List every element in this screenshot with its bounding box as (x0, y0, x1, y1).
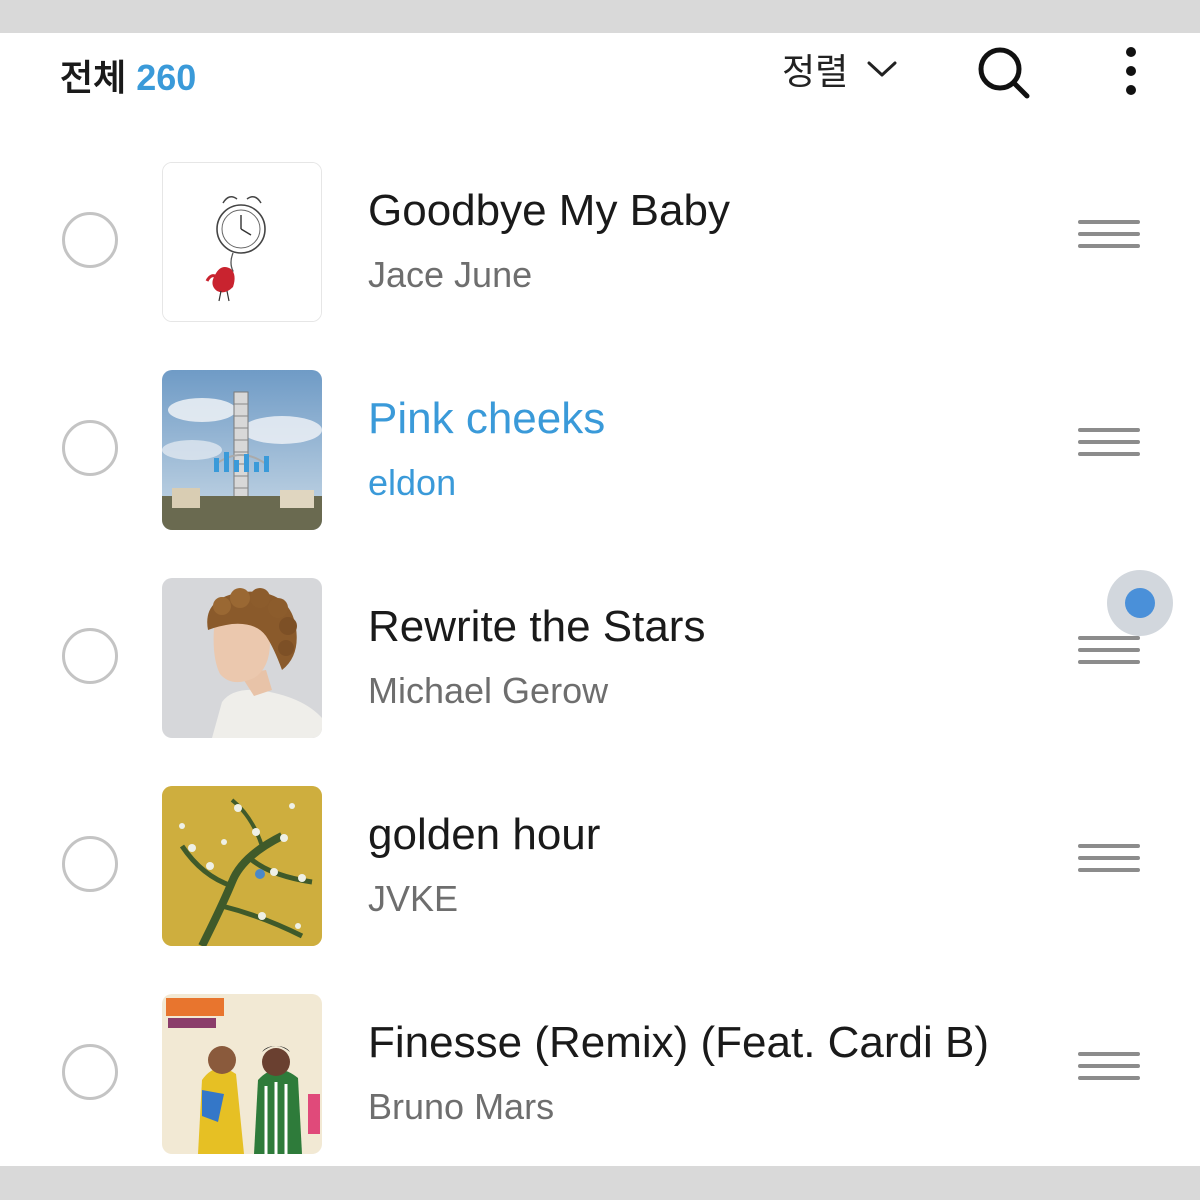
song-artist: eldon (368, 462, 457, 503)
select-radio[interactable] (62, 420, 118, 476)
song-row[interactable]: Pink cheeks eldon (0, 370, 1200, 530)
select-radio[interactable] (62, 1044, 118, 1100)
song-row[interactable]: Rewrite the Stars Michael Gerow (0, 578, 1200, 738)
drag-handle[interactable] (1078, 428, 1142, 468)
bottom-bar-strip (0, 1166, 1200, 1200)
song-row[interactable]: Goodbye My Baby Jace June (0, 162, 1200, 322)
song-title: Pink cheeks (368, 394, 606, 443)
search-icon (978, 47, 1030, 99)
song-row[interactable]: golden hour JVKE (0, 786, 1200, 946)
song-row[interactable]: Finesse (Remix) (Feat. Cardi B) Bruno Ma… (0, 994, 1200, 1154)
song-title: golden hour (368, 810, 601, 859)
finesse-art (162, 994, 322, 1154)
search-button[interactable] (974, 43, 1034, 103)
ferris-wheel-art (162, 370, 322, 530)
list-header: 전체 260 정렬 (0, 33, 1200, 113)
chevron-down-icon (867, 61, 897, 77)
song-title: Finesse (Remix) (Feat. Cardi B) (368, 1018, 990, 1067)
more-vertical-icon (1126, 47, 1136, 95)
drag-handle[interactable] (1078, 1052, 1142, 1092)
scroll-thumb-dot (1125, 588, 1155, 618)
song-artist: Michael Gerow (368, 670, 609, 711)
song-title: Goodbye My Baby (368, 186, 730, 235)
sort-label: 정렬 (782, 52, 849, 93)
almond-blossom-art (162, 786, 322, 946)
select-radio[interactable] (62, 628, 118, 684)
count-label: 전체 (60, 57, 127, 98)
clock-sketch-art (162, 162, 322, 322)
song-count: 전체 260 (60, 49, 196, 101)
drag-handle[interactable] (1078, 636, 1142, 676)
scroll-thumb[interactable] (1107, 570, 1173, 636)
song-title: Rewrite the Stars (368, 602, 706, 651)
sort-button[interactable]: 정렬 (782, 45, 898, 93)
drag-handle[interactable] (1078, 220, 1142, 260)
portrait-art (162, 578, 322, 738)
select-radio[interactable] (62, 212, 118, 268)
count-value: 260 (136, 57, 197, 98)
drag-handle[interactable] (1078, 844, 1142, 884)
song-artist: Bruno Mars (368, 1086, 555, 1127)
song-artist: Jace June (368, 254, 533, 295)
song-artist: JVKE (368, 878, 459, 919)
select-radio[interactable] (62, 836, 118, 892)
more-options-button[interactable] (1112, 45, 1150, 103)
status-bar-strip (0, 0, 1200, 33)
